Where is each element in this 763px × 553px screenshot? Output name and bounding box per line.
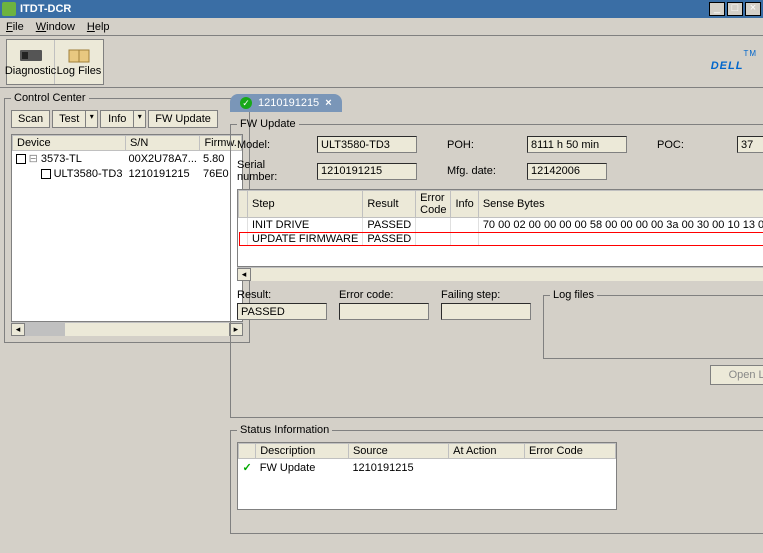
table-row[interactable]: ⊟ 3573-TL 00X2U78A7... 5.80 bbox=[13, 151, 242, 168]
table-row[interactable]: UPDATE FIRMWAREPASSED bbox=[239, 232, 763, 246]
col-source[interactable]: Source bbox=[348, 444, 448, 459]
menu-bar: File Window Help bbox=[0, 18, 763, 36]
col-info[interactable]: Info bbox=[451, 191, 478, 218]
diagnostic-label: Diagnostic bbox=[5, 65, 56, 77]
maximize-button[interactable]: □ bbox=[727, 2, 743, 16]
app-icon bbox=[2, 2, 16, 16]
open-logfiles-button[interactable]: Open Log Files bbox=[710, 365, 763, 385]
result-label: Result: bbox=[237, 289, 327, 301]
mfg-label: Mfg. date: bbox=[447, 165, 517, 177]
col-description[interactable]: Description bbox=[256, 444, 349, 459]
toolbar: Diagnostic Log Files DELLTM bbox=[0, 36, 763, 88]
serial-label: Serial number: bbox=[237, 159, 307, 183]
scan-button[interactable]: Scan bbox=[11, 110, 50, 128]
status-panel: Status Information Description Source At… bbox=[230, 424, 763, 534]
window-title: ITDT-DCR bbox=[20, 3, 707, 15]
errorcode-label: Error code: bbox=[339, 289, 429, 301]
mfg-field bbox=[527, 163, 607, 180]
status-table[interactable]: Description Source At Action Error Code … bbox=[237, 442, 617, 510]
diagnostic-button[interactable]: Diagnostic bbox=[7, 40, 55, 84]
col-sensebytes[interactable]: Sense Bytes bbox=[478, 191, 763, 218]
fwupdate-legend: FW Update bbox=[237, 118, 299, 130]
col-sn[interactable]: S/N bbox=[125, 136, 200, 151]
check-icon: ✓ bbox=[240, 97, 252, 109]
serial-field bbox=[317, 163, 417, 180]
col-errorcode[interactable]: Error Code bbox=[525, 444, 616, 459]
failingstep-label: Failing step: bbox=[441, 289, 531, 301]
poc-label: POC: bbox=[657, 139, 727, 151]
col-device[interactable]: Device bbox=[13, 136, 126, 151]
model-label: Model: bbox=[237, 139, 307, 151]
steps-table[interactable]: Step Result Error Code Info Sense Bytes … bbox=[237, 189, 763, 267]
info-button[interactable]: Info bbox=[100, 110, 134, 128]
control-center-legend: Control Center bbox=[11, 92, 89, 104]
table-row[interactable]: ✓ FW Update 1210191215 bbox=[239, 459, 616, 477]
device-table[interactable]: Device S/N Firmw. ⊟ 3573-TL 00X2U78A7...… bbox=[11, 134, 243, 322]
failingstep-field bbox=[441, 303, 531, 320]
table-row[interactable]: INIT DRIVEPASSED70 00 02 00 00 00 00 58 … bbox=[239, 218, 763, 233]
logfiles-box: Log files bbox=[543, 289, 763, 359]
tab-label: 1210191215 bbox=[258, 97, 319, 109]
diagnostic-icon bbox=[19, 46, 43, 64]
dell-logo: DELLTM bbox=[711, 49, 757, 75]
logfiles-legend: Log files bbox=[550, 289, 597, 301]
tab-device[interactable]: ✓ 1210191215 × bbox=[230, 94, 342, 112]
result-field bbox=[237, 303, 327, 320]
logfiles-icon bbox=[67, 46, 91, 64]
test-dropdown-icon[interactable]: ▾ bbox=[86, 110, 98, 128]
h-scrollbar[interactable]: ◂▸ bbox=[11, 322, 243, 336]
poc-field bbox=[737, 136, 763, 153]
info-dropdown-icon[interactable]: ▾ bbox=[134, 110, 146, 128]
table-row[interactable]: ULT3580-TD3 1210191215 76E0 bbox=[13, 167, 242, 181]
title-bar: ITDT-DCR _ □ × bbox=[0, 0, 763, 18]
close-tab-icon[interactable]: × bbox=[325, 97, 331, 109]
col-ataction[interactable]: At Action bbox=[449, 444, 525, 459]
control-center-panel: Control Center Scan Test▾ Info▾ FW Updat… bbox=[4, 92, 250, 343]
check-icon: ✓ bbox=[239, 459, 256, 477]
col-step[interactable]: Step bbox=[248, 191, 363, 218]
errorcode-field bbox=[339, 303, 429, 320]
checkbox-icon[interactable] bbox=[16, 154, 26, 164]
poh-field bbox=[527, 136, 627, 153]
h-scrollbar[interactable]: ◂▸ bbox=[237, 267, 763, 281]
fwupdate-button[interactable]: FW Update bbox=[148, 110, 218, 128]
close-button[interactable]: × bbox=[745, 2, 761, 16]
menu-window[interactable]: Window bbox=[36, 21, 75, 33]
col-errorcode[interactable]: Error Code bbox=[416, 191, 451, 218]
col-result[interactable]: Result bbox=[363, 191, 416, 218]
menu-help[interactable]: Help bbox=[87, 21, 110, 33]
test-button[interactable]: Test bbox=[52, 110, 86, 128]
menu-file[interactable]: File bbox=[6, 21, 24, 33]
minimize-button[interactable]: _ bbox=[709, 2, 725, 16]
checkbox-icon[interactable] bbox=[41, 169, 51, 179]
status-legend: Status Information bbox=[237, 424, 332, 436]
logfiles-label: Log Files bbox=[57, 65, 102, 77]
fwupdate-panel: FW Update Model: POH: POC: Serial number… bbox=[230, 118, 763, 418]
logfiles-button[interactable]: Log Files bbox=[55, 40, 103, 84]
model-field bbox=[317, 136, 417, 153]
poh-label: POH: bbox=[447, 139, 517, 151]
